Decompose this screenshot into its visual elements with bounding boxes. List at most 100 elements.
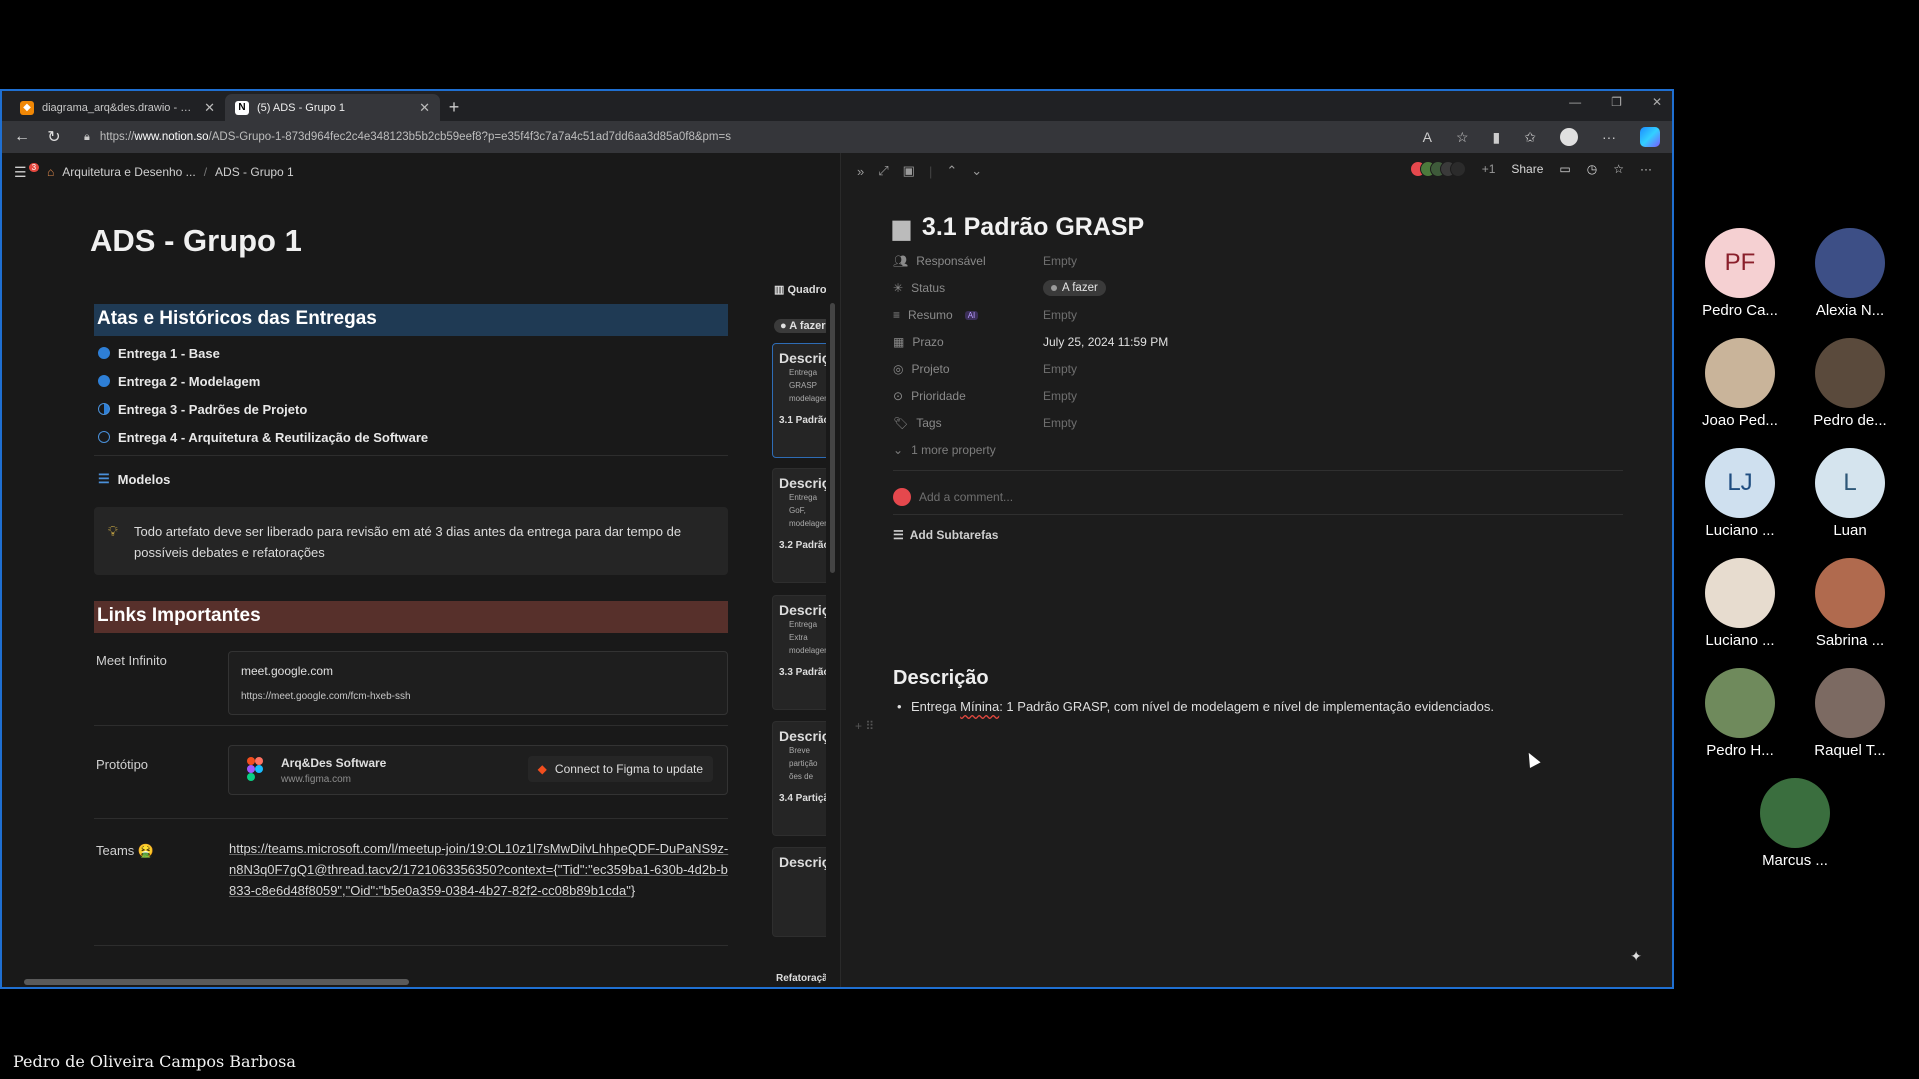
participant-tile[interactable]: Pedro H... [1690,668,1790,759]
participant-tile[interactable]: Sabrina ... [1800,558,1900,649]
board-card[interactable]: Descrição [772,847,826,937]
participant-name: Luciano ... [1705,522,1775,539]
card-title: Descrição [779,728,826,744]
add-subtasks-button[interactable]: ☰ Add Subtarefas [893,524,998,546]
prop-projeto[interactable]: ◎ Projeto Empty [893,358,1077,380]
share-button[interactable]: Share [1511,162,1543,176]
group-pill[interactable]: ● A fazer [774,319,826,333]
progress-full-icon [98,347,110,359]
callout-text[interactable]: Todo artefato deve ser liberado para rev… [134,524,681,560]
participant-tile[interactable]: Raquel T... [1800,668,1900,759]
close-peek-icon[interactable]: » [857,164,864,179]
extension-icon[interactable]: ▮ [1493,129,1501,146]
participant-tile[interactable]: Marcus ... [1745,778,1845,869]
breadcrumb-current[interactable]: ADS - Grupo 1 [215,165,294,179]
prop-status[interactable]: ✳︎ Status A fazer [893,277,1106,299]
extra-viewers[interactable]: +1 [1482,162,1496,176]
down-arrow-icon[interactable]: ⌄ [971,163,982,179]
prop-prioridade[interactable]: ⊙ Prioridade Empty [893,385,1077,407]
participant-tile[interactable]: LJ Luciano ... [1690,448,1790,539]
close-icon[interactable]: ✕ [419,100,430,116]
copilot-icon[interactable] [1640,127,1660,147]
board-view-tab[interactable]: ▥ Quadro [774,283,826,296]
breadcrumb-parent[interactable]: Arquitetura e Desenho ... [62,165,195,179]
entrega-3-link[interactable]: Entrega 3 - Padrões de Projeto [98,397,307,421]
favorite-icon[interactable]: ☆ [1613,162,1624,176]
vertical-scrollbar[interactable] [830,303,835,573]
description-heading[interactable]: Descrição [893,667,989,690]
tab-notion[interactable]: N (5) ADS - Grupo 1 ✕ [225,94,440,121]
task-title[interactable]: ▆ 3.1 Padrão GRASP [893,213,1144,242]
close-icon[interactable]: ✕ [204,100,215,116]
participant-tile[interactable]: Alexia N... [1800,228,1900,319]
expand-icon[interactable]: ⤢ [878,163,888,179]
prop-label: 👥︎ Responsável [893,254,986,268]
entrega-2-link[interactable]: Entrega 2 - Modelagem [98,369,260,393]
modelos-link[interactable]: ☰ Modelos [98,467,170,491]
section-heading-atas[interactable]: Atas e Históricos das Entregas [94,304,728,336]
sidebar-menu-icon[interactable]: ☰ [14,164,27,181]
separator: | [928,163,933,179]
breadcrumb: ☰ 3 ⌂ Arquitetura e Desenho ... / ADS - … [14,161,294,183]
url-field[interactable]: 🔒︎ https://www.notion.so/ADS-Grupo-1-873… [78,125,1407,149]
notion-app: ☰ 3 ⌂ Arquitetura e Desenho ... / ADS - … [2,153,1672,987]
participant-tile[interactable]: Luciano ... [1690,558,1790,649]
prop-prazo[interactable]: ▦ Prazo July 25, 2024 11:59 PM [893,331,1168,353]
teams-link[interactable]: https://teams.microsoft.com/l/meetup-joi… [229,838,729,901]
up-arrow-icon[interactable]: ⌃ [946,163,957,179]
block-handle[interactable]: + ⠿ [855,719,874,733]
meet-url: https://meet.google.com/fcm-hxeb-ssh [241,691,411,702]
board-card[interactable]: Descrição Entrega GoF, modelagem 3.2 Pad… [772,468,826,583]
target-icon: ◎ [893,362,904,376]
figma-embed[interactable]: Arq&Des Software www.figma.com ◆ Connect… [228,745,728,795]
chevron-down-icon: ⌄ [893,443,904,457]
participant-tile[interactable]: Joao Ped... [1690,338,1790,429]
card-line: Entrega [789,368,818,377]
status-icon: ✳︎ [893,281,904,295]
favorites-icon[interactable]: ✩ [1524,129,1536,146]
board-card[interactable]: Descrição Breve partição ões de 3.4 Part… [772,721,826,836]
prop-tags[interactable]: 🏷︎ Tags Empty [893,412,1077,434]
restore-icon[interactable]: ❐ [1611,95,1622,109]
close-window-icon[interactable]: ✕ [1652,95,1662,109]
card-footer[interactable]: Refatoração [776,973,826,984]
more-property-toggle[interactable]: ⌄ 1 more property [893,439,996,461]
description-bullet[interactable]: Entrega Mínina: 1 Padrão GRASP, com níve… [897,699,1494,714]
layout-icon[interactable]: ▣ [903,163,915,179]
tab-drawio[interactable]: ◆ diagrama_arq&des.drawio - draw.io ✕ [10,94,225,121]
participant-tile[interactable]: Pedro de... [1800,338,1900,429]
more-menu-icon[interactable]: ··· [1602,129,1616,145]
main-page: ☰ 3 ⌂ Arquitetura e Desenho ... / ADS - … [2,153,840,987]
ai-sparkle-button[interactable]: ✦ [1630,948,1642,965]
profile-avatar[interactable] [1560,128,1578,146]
prop-resumo[interactable]: ≡ Resumo AI Empty [893,304,1077,326]
comment-input[interactable]: Add a comment... [893,486,1013,508]
entrega-1-link[interactable]: Entrega 1 - Base [98,341,220,365]
history-icon[interactable]: ◷ [1587,162,1597,176]
connect-figma-button[interactable]: ◆ Connect to Figma to update [527,756,713,782]
back-icon[interactable]: ← [14,128,30,146]
minimize-icon[interactable]: — [1569,95,1581,109]
board-card[interactable]: Descrição Entrega GRASP modelagem 3.1 Pa… [772,343,826,458]
horizontal-scrollbar[interactable] [24,979,409,985]
card-line: modelagem [789,646,826,655]
reload-icon[interactable]: ↻ [46,127,62,147]
meet-bookmark[interactable]: meet.google.com https://meet.google.com/… [228,651,728,715]
divider [893,514,1623,515]
board-card[interactable]: Descrição Entrega Extra modelagem 3.3 Pa… [772,595,826,710]
participant-tile[interactable]: PF Pedro Ca... [1690,228,1790,319]
read-aloud-icon[interactable]: A [1423,129,1432,145]
favorite-star-icon[interactable]: ☆ [1456,129,1469,146]
prop-responsavel[interactable]: 👥︎ Responsável Empty [893,250,1077,272]
participant-tile[interactable]: L Luan [1800,448,1900,539]
viewer-avatars[interactable] [1409,161,1466,177]
page-title[interactable]: ADS - Grupo 1 [90,223,302,259]
comments-icon[interactable]: ▭ [1559,162,1570,176]
section-heading-links[interactable]: Links Importantes [94,601,728,633]
speaker-name: Pedro de Oliveira Campos Barbosa [13,1052,296,1071]
prop-value: Empty [1043,389,1078,403]
entrega-4-link[interactable]: Entrega 4 - Arquitetura & Reutilização d… [98,425,428,449]
new-tab-button[interactable]: + [440,94,468,121]
card-line: Entrega [789,493,818,502]
more-options-icon[interactable]: ··· [1640,162,1652,176]
